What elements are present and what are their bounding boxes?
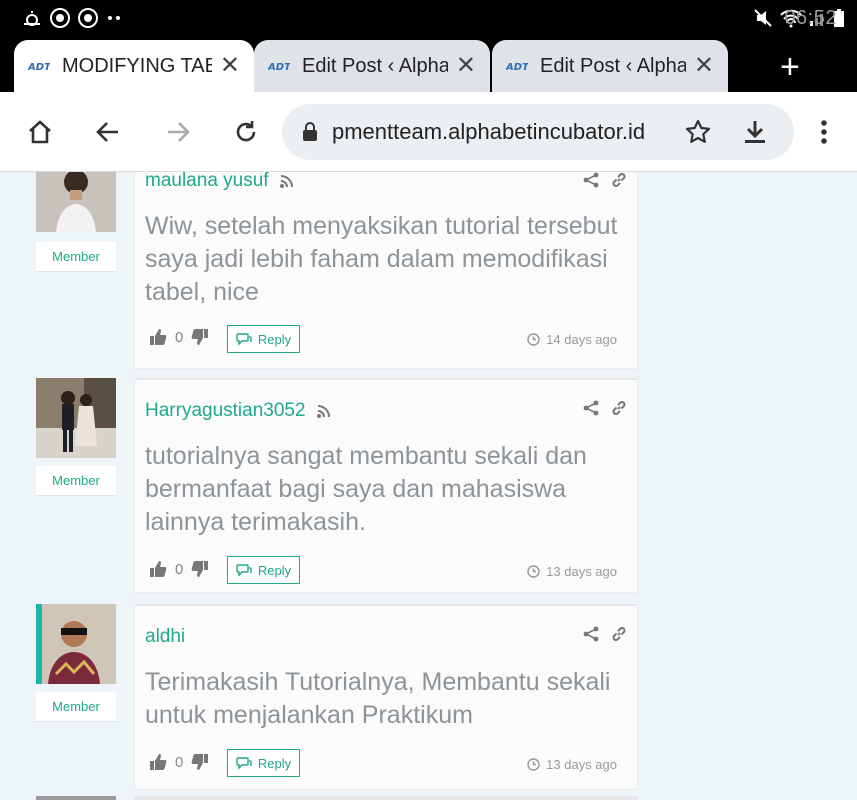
tab-strip: ADT MODIFYING TAB ✕ ADT Edit Post ‹ Alph… <box>0 36 857 92</box>
download-icon[interactable] <box>742 118 768 151</box>
clock-icon <box>527 758 540 771</box>
rss-icon[interactable] <box>316 403 332 419</box>
reply-label: Reply <box>257 562 292 578</box>
comment-author[interactable]: maulana yusuf <box>145 172 269 192</box>
rss-icon[interactable] <box>279 173 295 189</box>
reply-label: Reply <box>257 331 292 347</box>
comment-time: 13 days ago <box>546 757 617 772</box>
chat-icon <box>236 757 252 770</box>
chat-icon <box>236 564 252 577</box>
reload-icon[interactable] <box>228 114 264 150</box>
avatar <box>36 378 116 458</box>
tab-edit-post-2[interactable]: ADT Edit Post ‹ Alpha ✕ <box>492 40 728 92</box>
forward-arrow-icon[interactable] <box>160 114 196 150</box>
reply-button[interactable]: Reply <box>227 325 300 353</box>
mute-icon <box>754 9 772 27</box>
vote-count: 0 <box>175 328 184 346</box>
share-icon[interactable] <box>583 626 599 642</box>
tab-title: Edit Post ‹ Alpha <box>302 54 448 77</box>
tab-title: Edit Post ‹ Alpha <box>540 54 686 77</box>
thumbs-up-icon[interactable] <box>149 560 167 578</box>
role-badge: Member <box>36 692 116 722</box>
next-avatar-edge <box>36 796 116 800</box>
chat-icon <box>236 333 252 346</box>
clock-icon <box>527 333 540 346</box>
thumbs-down-icon[interactable] <box>191 753 209 771</box>
reply-button[interactable]: Reply <box>227 556 300 584</box>
back-arrow-icon[interactable] <box>90 114 126 150</box>
close-tab-icon[interactable]: ✕ <box>220 54 240 78</box>
comment-time: 14 days ago <box>546 332 617 347</box>
share-icon[interactable] <box>583 172 599 188</box>
close-tab-icon[interactable]: ✕ <box>456 54 476 78</box>
comment-text: tutorialnya sangat membantu sekali dan b… <box>145 442 587 536</box>
menu-kebab-icon[interactable] <box>806 114 842 150</box>
svg-text:ADT: ADT <box>506 62 528 72</box>
status-bar: 06:52 <box>0 0 857 36</box>
new-tab-icon[interactable]: + <box>780 50 800 84</box>
tab-title: MODIFYING TAB <box>62 54 212 77</box>
clock: 06:52 <box>784 6 837 29</box>
site-favicon-icon: ADT <box>268 59 292 73</box>
page-content: Member maulana yusuf Wiw, setelah menyak… <box>0 172 857 800</box>
clock-icon <box>527 565 540 578</box>
comment-card: maulana yusuf Wiw, setelah menyaksikan t… <box>134 172 638 369</box>
comment-text: Terimakasih Tutorialnya, Membantu sekali… <box>145 668 611 729</box>
link-icon[interactable] <box>611 400 627 416</box>
weather-icon <box>24 11 40 26</box>
thumbs-up-icon[interactable] <box>149 753 167 771</box>
avatar <box>36 604 116 684</box>
close-tab-icon[interactable]: ✕ <box>694 54 714 78</box>
more-dots-icon <box>108 16 120 20</box>
site-favicon-icon: ADT <box>506 59 530 73</box>
link-icon[interactable] <box>611 626 627 642</box>
comment-card: Harryagustian3052 tutorialnya sangat mem… <box>134 378 638 593</box>
bookmark-star-icon[interactable] <box>684 118 712 151</box>
avatar <box>36 172 116 232</box>
share-icon[interactable] <box>583 400 599 416</box>
role-badge: Member <box>36 466 116 496</box>
reply-label: Reply <box>257 755 292 771</box>
notification-icons <box>22 8 122 28</box>
reply-button[interactable]: Reply <box>227 749 300 777</box>
thumbs-down-icon[interactable] <box>191 328 209 346</box>
site-favicon-icon: ADT <box>28 59 52 73</box>
lock-icon[interactable] <box>302 122 318 142</box>
role-badge: Member <box>36 242 116 272</box>
comment-time: 13 days ago <box>546 564 617 579</box>
comment-author[interactable]: aldhi <box>145 626 185 648</box>
thumbs-up-icon[interactable] <box>149 328 167 346</box>
tab-edit-post-1[interactable]: ADT Edit Post ‹ Alpha ✕ <box>254 40 490 92</box>
address-bar[interactable]: pmentteam.alphabetincubator.id <box>282 104 794 160</box>
tab-modifying-tab[interactable]: ADT MODIFYING TAB ✕ <box>14 40 254 92</box>
comment-text: Wiw, setelah menyaksikan tutorial terseb… <box>145 212 618 306</box>
next-card-edge <box>134 796 638 800</box>
home-icon[interactable] <box>22 114 58 150</box>
svg-text:ADT: ADT <box>268 62 290 72</box>
app-icon <box>78 8 98 28</box>
vote-count: 0 <box>175 560 184 578</box>
thumbs-down-icon[interactable] <box>191 560 209 578</box>
svg-text:ADT: ADT <box>28 62 50 72</box>
comment-card: aldhi Terimakasih Tutorialnya, Membantu … <box>134 604 638 790</box>
link-icon[interactable] <box>611 172 627 188</box>
app-icon <box>50 8 70 28</box>
url-text[interactable]: pmentteam.alphabetincubator.id <box>332 119 662 145</box>
vote-count: 0 <box>175 753 184 771</box>
browser-toolbar: pmentteam.alphabetincubator.id <box>0 92 857 172</box>
comment-author[interactable]: Harryagustian3052 <box>145 400 306 422</box>
